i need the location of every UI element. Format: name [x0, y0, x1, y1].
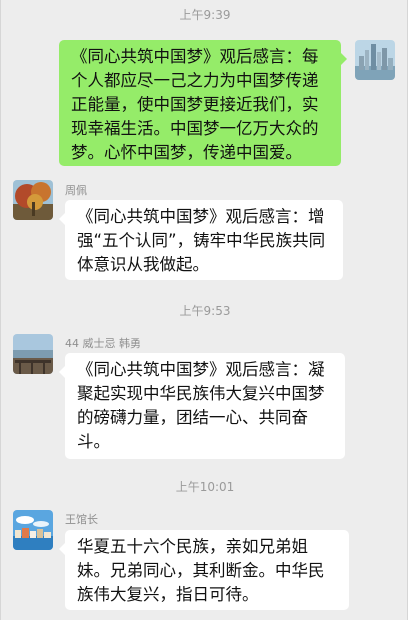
message-text: 《同心共筑中国梦》观后感言：增强“五个认同”，铸牢中华民族共同体意识从我做起。	[77, 207, 326, 274]
sender-name: 周佩	[65, 184, 87, 197]
message-bubble-outgoing[interactable]: 《同心共筑中国梦》观后感言：每个人都应尽一己之力为中国梦传递正能量，使中国梦更接…	[59, 40, 347, 166]
message-bubble-incoming[interactable]: 《同心共筑中国梦》观后感言：凝聚起实现中华民族伟大复兴中国梦的磅礴力量，团结一心…	[59, 353, 345, 459]
message-bubble-incoming[interactable]: 华夏五十六个民族，亲如兄弟姐妹。兄弟同心，其利断金。中华民族伟大复兴，指日可待。	[59, 530, 349, 610]
timestamp: 上午9:39	[179, 8, 231, 22]
timestamp: 上午9:53	[179, 304, 231, 318]
lakeside-avatar[interactable]	[13, 334, 53, 374]
sender-name: 44 威士忌 韩勇	[65, 337, 141, 350]
seaside-town-avatar[interactable]	[13, 510, 53, 550]
message-bubble-incoming[interactable]: 《同心共筑中国梦》观后感言：增强“五个认同”，铸牢中华民族共同体意识从我做起。	[59, 200, 343, 280]
message-text: 《同心共筑中国梦》观后感言：每个人都应尽一己之力为中国梦传递正能量，使中国梦更接…	[71, 47, 319, 162]
timestamp: 上午10:01	[175, 480, 235, 494]
message-text: 《同心共筑中国梦》观后感言：凝聚起实现中华民族伟大复兴中国梦的磅礴力量，团结一心…	[77, 360, 325, 451]
city-skyline-avatar[interactable]	[355, 40, 395, 80]
message-text: 华夏五十六个民族，亲如兄弟姐妹。兄弟同心，其利断金。中华民族伟大复兴，指日可待。	[77, 537, 325, 604]
autumn-tree-avatar[interactable]	[13, 180, 53, 220]
sender-name: 王馆长	[65, 513, 98, 526]
chat-window: 上午9:39 《同心共筑中国梦》观后感言：每个人都应尽一己之力为中国梦传递正能量…	[0, 0, 408, 620]
